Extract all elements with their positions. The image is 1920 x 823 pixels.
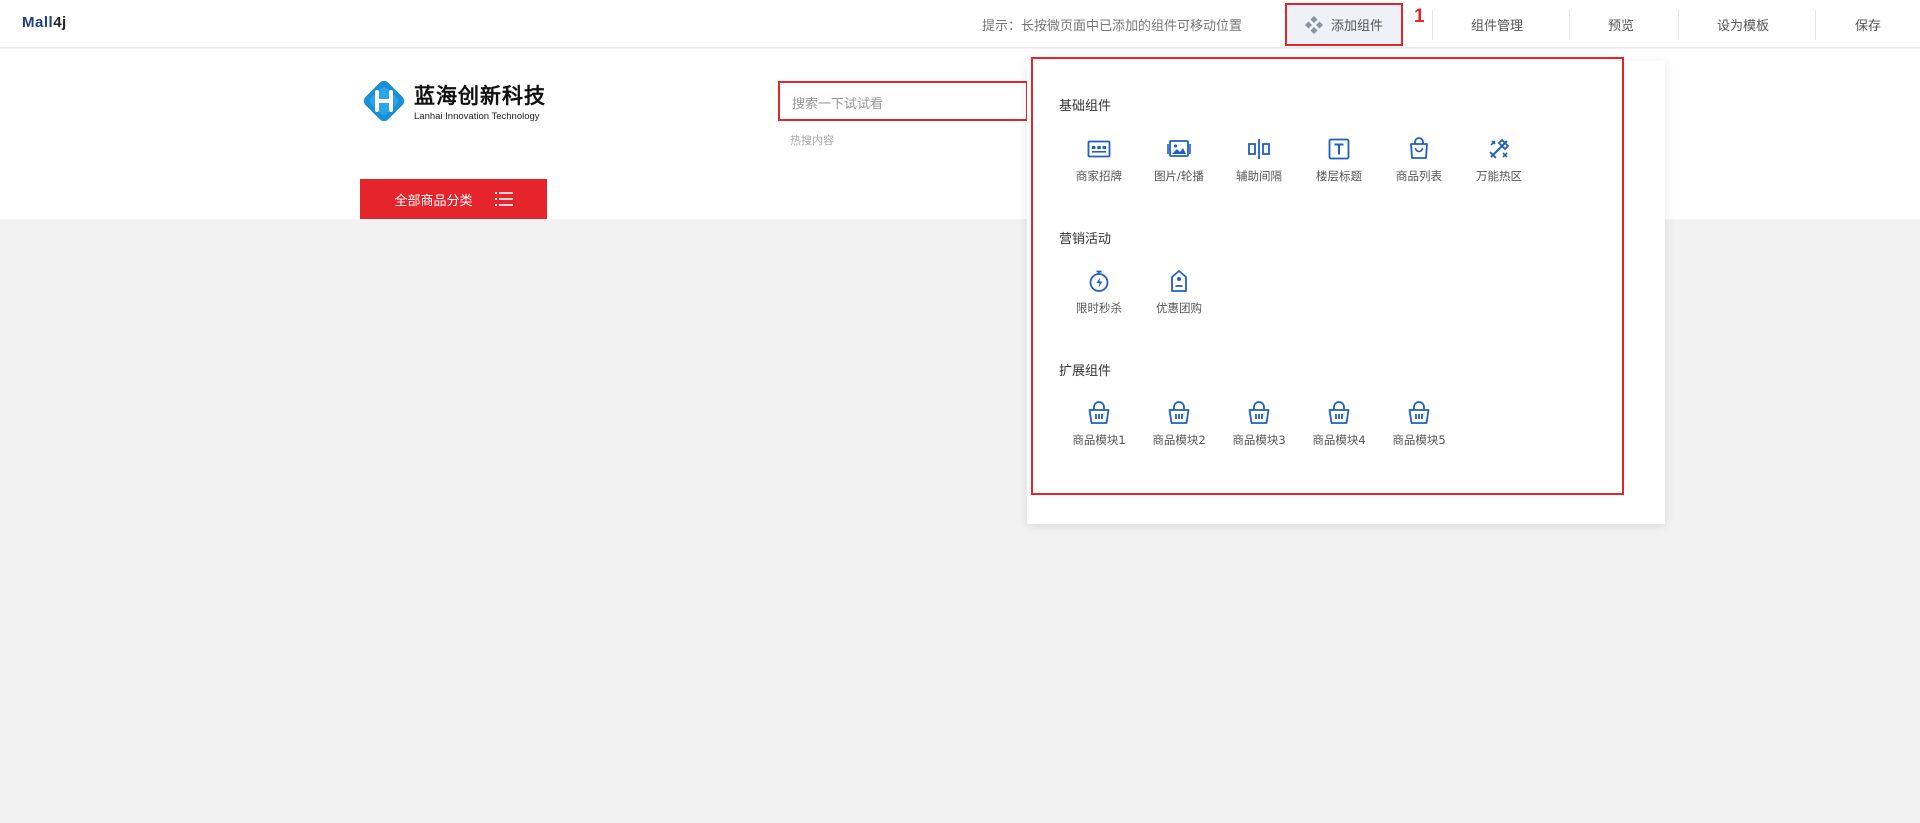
component-label: 商品模块3 [1232,433,1286,447]
component-image-carousel[interactable]: 图片/轮播 [1139,137,1219,184]
timer-icon [1089,270,1109,292]
component-spacer[interactable]: 辅助间隔 [1219,137,1299,184]
component-manage-button[interactable]: 组件管理 [1471,15,1523,34]
list-icon [494,192,513,206]
basket-icon [1248,401,1270,424]
component-label: 商品模块1 [1072,433,1126,447]
spacer-icon [1248,139,1270,159]
basket-icon [1328,401,1350,424]
component-label: 限时秒杀 [1076,301,1122,315]
mall4j-logo[interactable]: Mall4j [22,14,67,31]
brand-logo-icon [363,80,405,122]
search-input[interactable]: 搜索一下试试看 [778,81,1028,121]
divider [1432,10,1433,40]
group-buy-tag-icon [1171,270,1187,292]
image-carousel-icon [1167,140,1191,157]
section-title-basic: 基础组件 [1059,99,1112,114]
component-group-buy[interactable]: 优惠团购 [1139,269,1219,316]
save-button[interactable]: 保存 [1855,15,1881,34]
component-flash-sale[interactable]: 限时秒杀 [1059,269,1139,316]
drag-hint-text: 提示：长按微页面中已添加的组件可移动位置 [982,19,1243,34]
component-hotspot[interactable]: 万能热区 [1459,137,1539,184]
component-label: 商家招牌 [1076,169,1122,183]
floor-title-icon [1328,138,1350,160]
section-title-marketing: 营销活动 [1059,232,1112,247]
store-sign-icon [1087,140,1111,158]
divider [1569,10,1570,40]
divider [1678,10,1679,40]
basket-icon [1088,401,1110,424]
component-label: 商品模块5 [1392,433,1446,447]
hotspot-icon [1489,138,1510,159]
top-toolbar: Mall4j 提示：长按微页面中已添加的组件可移动位置 添加组件 1 组件管理 … [0,0,1920,48]
component-product-module-5[interactable]: 商品模块5 [1379,401,1459,448]
all-categories-label: 全部商品分类 [394,193,473,209]
set-template-button[interactable]: 设为模板 [1717,15,1769,34]
shopping-bag-icon [1410,137,1428,159]
preview-button[interactable]: 预览 [1608,15,1634,34]
component-label: 楼层标题 [1316,169,1362,183]
component-label: 图片/轮播 [1154,169,1204,183]
component-label: 商品模块2 [1152,433,1206,447]
basket-icon [1168,401,1190,424]
component-product-list[interactable]: 商品列表 [1379,137,1459,184]
component-label: 商品列表 [1396,169,1442,183]
component-product-module-4[interactable]: 商品模块4 [1299,401,1379,448]
add-component-button[interactable]: 添加组件 [1285,3,1403,46]
divider [1815,10,1816,40]
component-label: 商品模块4 [1312,433,1366,447]
brand-english-name: Lanhai Innovation Technology [414,111,540,122]
component-product-module-2[interactable]: 商品模块2 [1139,401,1219,448]
component-product-module-3[interactable]: 商品模块3 [1219,401,1299,448]
component-product-module-1[interactable]: 商品模块1 [1059,401,1139,448]
component-floor-title[interactable]: 楼层标题 [1299,137,1379,184]
basket-icon [1408,401,1430,424]
annotation-number: 1 [1414,6,1425,27]
all-categories-button[interactable]: 全部商品分类 [360,179,547,219]
store-brand[interactable]: 蓝海创新科技 Lanhai Innovation Technology [360,77,546,125]
brand-name: 蓝海创新科技 [414,84,546,108]
add-component-label: 添加组件 [1330,19,1383,34]
component-label: 优惠团购 [1156,301,1202,315]
component-label: 辅助间隔 [1236,169,1282,183]
component-store-sign[interactable]: 商家招牌 [1059,137,1139,184]
hot-search-text: 热搜内容 [790,134,834,147]
component-label: 万能热区 [1476,169,1522,183]
section-title-extension: 扩展组件 [1059,364,1112,379]
components-icon [1304,15,1323,34]
